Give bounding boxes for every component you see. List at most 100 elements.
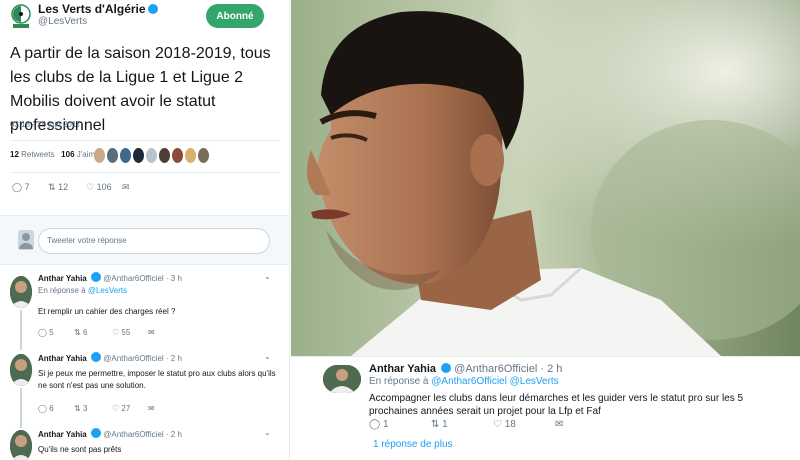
reply-context: En réponse à @Anthar6Officiel @LesVerts bbox=[369, 376, 559, 387]
account-name[interactable]: Les Verts d'Algérie bbox=[38, 2, 158, 16]
likes-count[interactable]: 106 bbox=[61, 150, 74, 159]
verified-icon bbox=[91, 352, 101, 362]
dm-action[interactable]: ✉ bbox=[555, 419, 563, 430]
author-handle[interactable]: @Anthar6Officiel bbox=[103, 430, 163, 439]
reply-input[interactable]: Tweeter votre réponse bbox=[38, 228, 270, 254]
verified-icon bbox=[147, 4, 158, 14]
reply-author[interactable]: Anthar Yahia @Anthar6Officiel · 2 h bbox=[369, 363, 562, 375]
retweet-count: 6 bbox=[82, 328, 88, 337]
like-action[interactable]: ♡ 55 bbox=[112, 328, 130, 337]
reply-count: 7 bbox=[24, 182, 30, 192]
reply-icon: ◯ bbox=[12, 182, 23, 192]
dm-action[interactable]: ✉ bbox=[148, 328, 155, 337]
verified-icon bbox=[91, 272, 101, 282]
player-photo bbox=[291, 0, 800, 356]
retweet-action[interactable]: ⇅ 6 bbox=[74, 328, 87, 337]
reply-context-prefix: En réponse à bbox=[369, 376, 429, 387]
like-count: 106 bbox=[96, 182, 112, 192]
reply-context: En réponse à @LesVerts bbox=[38, 286, 127, 295]
reply-count: 6 bbox=[49, 404, 54, 413]
tweet-timestamp[interactable]: 03:18 - 29 juin 2017 bbox=[10, 120, 81, 129]
retweet-action[interactable]: ⇅ 12 bbox=[48, 182, 68, 193]
reply-action[interactable]: ◯ 1 bbox=[369, 419, 389, 430]
author-name[interactable]: Anthar Yahia bbox=[38, 274, 87, 283]
like-action[interactable]: ♡ 106 bbox=[86, 182, 112, 193]
author-name[interactable]: Anthar Yahia bbox=[38, 354, 87, 363]
author-handle[interactable]: @Anthar6Officiel bbox=[103, 274, 163, 283]
reply-time[interactable]: · 2 h bbox=[166, 354, 182, 363]
chevron-down-icon[interactable]: ⌄ bbox=[264, 352, 271, 361]
follow-button[interactable]: Abonné bbox=[206, 4, 264, 28]
reply-actions: ◯ 6 ⇅ 3 ♡ 27 ✉ bbox=[38, 404, 168, 416]
avatar[interactable] bbox=[198, 148, 209, 163]
reply-author[interactable]: Anthar Yahia @Anthar6Officiel · 2 h bbox=[38, 428, 182, 439]
author-handle[interactable]: @Anthar6Officiel bbox=[103, 354, 163, 363]
reply-action[interactable]: ◯ 6 bbox=[38, 404, 54, 413]
author-name[interactable]: Anthar Yahia bbox=[38, 430, 87, 439]
reply-context-link[interactable]: @LesVerts bbox=[88, 286, 127, 295]
retweets-label[interactable]: Retweets bbox=[21, 150, 54, 159]
avatar[interactable] bbox=[159, 148, 170, 163]
retweet-action[interactable]: ⇅ 3 bbox=[74, 404, 87, 413]
verified-icon bbox=[441, 363, 452, 373]
avatar[interactable] bbox=[120, 148, 131, 163]
account-name-text[interactable]: Les Verts d'Algérie bbox=[38, 2, 146, 16]
retweet-count: 1 bbox=[442, 419, 448, 430]
like-action[interactable]: ♡ 27 bbox=[112, 404, 130, 413]
avatar[interactable] bbox=[10, 354, 32, 386]
like-action[interactable]: ♡ 18 bbox=[493, 419, 516, 430]
avatar[interactable] bbox=[323, 365, 361, 393]
avatar[interactable] bbox=[10, 430, 32, 460]
reply-tweet[interactable]: Anthar Yahia @Anthar6Officiel · 2 h ⌄ Si… bbox=[0, 348, 289, 428]
avatar[interactable] bbox=[172, 148, 183, 163]
like-count: 18 bbox=[504, 419, 516, 430]
reply-action[interactable]: ◯ 5 bbox=[38, 328, 54, 337]
tweet-header: Les Verts d'Algérie @LesVerts Abonné bbox=[10, 2, 285, 32]
chevron-down-icon[interactable]: ⌄ bbox=[264, 272, 271, 281]
divider bbox=[10, 140, 280, 141]
retweet-action[interactable]: ⇅ 1 bbox=[431, 419, 448, 430]
avatar[interactable] bbox=[94, 148, 105, 163]
like-count: 27 bbox=[121, 404, 131, 413]
like-count: 55 bbox=[121, 328, 131, 337]
reply-compose-bar: Tweeter votre réponse bbox=[0, 215, 289, 265]
like-icon: ♡ bbox=[493, 419, 502, 430]
reply-time[interactable]: · 3 h bbox=[166, 274, 182, 283]
engagement-stats: 12 Retweets 106 J'aime bbox=[10, 150, 100, 159]
dm-icon: ✉ bbox=[122, 182, 130, 192]
player-portrait-image bbox=[291, 0, 800, 356]
avatar[interactable] bbox=[185, 148, 196, 163]
chevron-down-icon[interactable]: ⌄ bbox=[264, 428, 271, 437]
dm-icon: ✉ bbox=[555, 419, 564, 430]
reply-actions: ◯ 5 ⇅ 6 ♡ 55 ✉ bbox=[38, 328, 168, 340]
more-replies-link[interactable]: 1 réponse de plus bbox=[373, 439, 453, 450]
dm-action[interactable]: ✉ bbox=[148, 404, 155, 413]
user-avatar[interactable] bbox=[18, 230, 34, 250]
reply-context-prefix: En réponse à bbox=[38, 286, 86, 295]
retweet-icon: ⇅ bbox=[431, 419, 440, 430]
author-handle[interactable]: @Anthar6Officiel bbox=[454, 363, 537, 375]
avatar[interactable] bbox=[133, 148, 144, 163]
reply-tweet[interactable]: Anthar Yahia @Anthar6Officiel · 2 h ⌄ Qu… bbox=[0, 424, 289, 460]
featured-reply[interactable]: Anthar Yahia @Anthar6Officiel · 2 h En r… bbox=[291, 356, 800, 460]
reply-context-link[interactable]: @Anthar6Officiel @LesVerts bbox=[431, 376, 558, 387]
avatar[interactable] bbox=[146, 148, 157, 163]
divider bbox=[10, 172, 280, 173]
avatar[interactable] bbox=[107, 148, 118, 163]
retweet-icon: ⇅ bbox=[48, 182, 56, 192]
reply-action[interactable]: ◯ 7 bbox=[12, 182, 30, 193]
account-handle[interactable]: @LesVerts bbox=[38, 16, 87, 27]
thread-line bbox=[20, 388, 22, 428]
avatar[interactable] bbox=[10, 276, 32, 308]
thread-line bbox=[20, 310, 22, 350]
reply-author[interactable]: Anthar Yahia @Anthar6Officiel · 3 h bbox=[38, 272, 182, 283]
account-logo[interactable] bbox=[10, 2, 32, 30]
reply-time[interactable]: · 2 h bbox=[540, 363, 562, 375]
dm-action[interactable]: ✉ bbox=[122, 182, 130, 193]
reply-author[interactable]: Anthar Yahia @Anthar6Officiel · 2 h bbox=[38, 352, 182, 363]
reply-time[interactable]: · 2 h bbox=[166, 430, 182, 439]
author-name[interactable]: Anthar Yahia bbox=[369, 363, 436, 375]
reply-tweet[interactable]: Anthar Yahia @Anthar6Officiel · 3 h ⌄ En… bbox=[0, 268, 289, 350]
retweets-count[interactable]: 12 bbox=[10, 150, 19, 159]
reply-text: Qu'ils ne sont pas prêts bbox=[38, 445, 122, 454]
